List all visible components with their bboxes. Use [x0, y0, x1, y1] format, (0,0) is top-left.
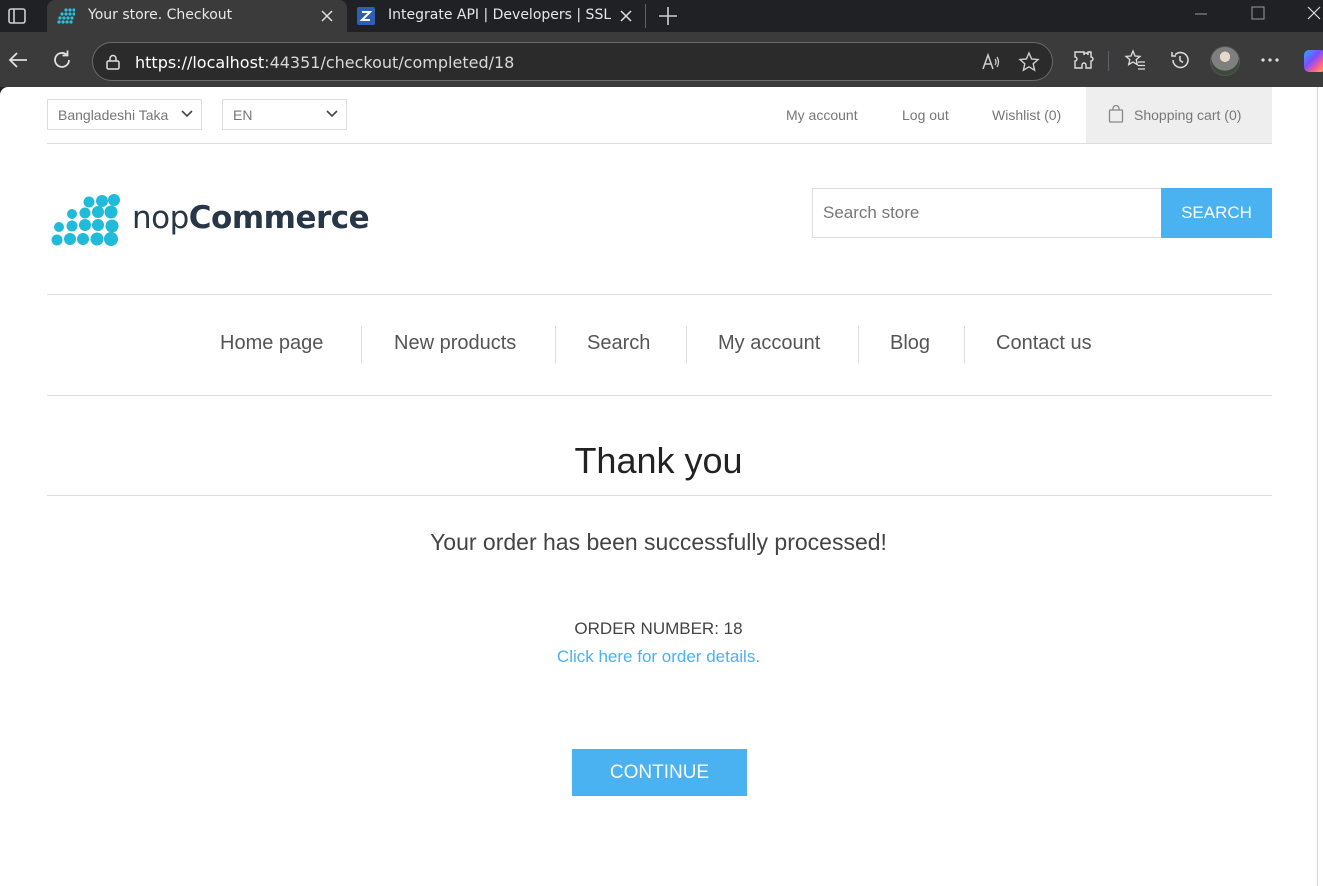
- address-bar-row: https://localhost:44351/checkout/complet…: [0, 32, 1323, 87]
- menu-top-divider: [47, 294, 1272, 295]
- maximize-icon[interactable]: [1246, 4, 1270, 24]
- shopping-cart-label: Shopping cart (0): [1134, 107, 1242, 123]
- tab-actions-icon[interactable]: [7, 6, 27, 26]
- store-logo[interactable]: nopCommerce: [50, 192, 370, 248]
- menu-divider: [361, 326, 362, 363]
- menu-divider: [555, 326, 556, 363]
- header-divider: [47, 143, 1272, 144]
- page-scrollbar[interactable]: [1317, 87, 1323, 886]
- logo-dots-icon: [51, 194, 120, 246]
- nopcommerce-dots-icon: [57, 8, 75, 24]
- menu-divider: [964, 326, 965, 363]
- tab-integrate-api[interactable]: Integrate API | Developers | SSLCOMMERZ: [347, 0, 641, 32]
- menu-new-products[interactable]: New products: [394, 332, 516, 355]
- logo-prefix: nop: [132, 200, 189, 236]
- z-letter-icon: [357, 7, 375, 25]
- url-path: :44351/checkout/completed/18: [264, 53, 515, 72]
- favorite-star-icon[interactable]: [1018, 51, 1040, 73]
- order-number: ORDER NUMBER: 18: [574, 619, 743, 638]
- history-icon[interactable]: [1169, 49, 1191, 71]
- profile-avatar[interactable]: [1210, 46, 1240, 76]
- back-arrow-icon[interactable]: [6, 48, 30, 72]
- order-details-link-text[interactable]: Click here for order details.: [557, 647, 760, 666]
- continue-button[interactable]: CONTINUE: [572, 749, 747, 796]
- currency-value: Bangladeshi Taka: [58, 107, 169, 123]
- tab-divider: [645, 4, 646, 28]
- language-value: EN: [233, 107, 253, 123]
- favorites-icon[interactable]: [1124, 49, 1146, 71]
- menu-divider: [858, 326, 859, 363]
- menu-divider: [686, 326, 687, 363]
- title-divider: [47, 495, 1272, 496]
- url-text[interactable]: https://localhost:44351/checkout/complet…: [135, 53, 514, 72]
- read-aloud-icon[interactable]: [980, 51, 1002, 73]
- tab-title: Integrate API | Developers | SSLCOMMERZ: [388, 7, 611, 23]
- my-account-link[interactable]: My account: [786, 107, 858, 123]
- chevron-down-icon: [181, 110, 193, 118]
- browser-tab-bar: Your store. Checkout Integrate API | Dev…: [0, 0, 1323, 32]
- logo-wordmark: nopCommerce: [132, 200, 370, 236]
- menu-contact-us[interactable]: Contact us: [996, 332, 1092, 355]
- toolbar-divider: [1108, 51, 1109, 71]
- url-host: https://localhost: [135, 53, 265, 72]
- menu-home-page[interactable]: Home page: [220, 332, 323, 355]
- shopping-bag-icon: [1108, 105, 1124, 123]
- menu-bottom-divider: [47, 395, 1272, 396]
- shopping-cart-link[interactable]: Shopping cart (0): [1086, 87, 1272, 143]
- menu-search[interactable]: Search: [587, 332, 650, 355]
- language-select[interactable]: EN: [222, 99, 347, 130]
- log-out-link[interactable]: Log out: [902, 107, 949, 123]
- lock-icon[interactable]: [104, 53, 122, 71]
- new-tab-icon[interactable]: [657, 5, 679, 27]
- logo-suffix: Commerce: [188, 200, 370, 236]
- minimize-icon[interactable]: [1189, 4, 1213, 24]
- web-page: Bangladeshi Taka EN My account Log out W…: [0, 87, 1317, 886]
- copilot-icon[interactable]: [1304, 50, 1323, 72]
- more-options-icon[interactable]: [1259, 49, 1281, 71]
- chevron-down-icon: [326, 110, 338, 118]
- currency-select[interactable]: Bangladeshi Taka: [47, 99, 202, 130]
- menu-blog[interactable]: Blog: [890, 332, 930, 355]
- address-bar[interactable]: https://localhost:44351/checkout/complet…: [92, 42, 1053, 81]
- refresh-icon[interactable]: [50, 48, 74, 72]
- close-tab-icon[interactable]: [319, 8, 335, 24]
- close-tab-icon[interactable]: [618, 8, 634, 24]
- order-details-link: Click here for order details.: [0, 647, 1317, 667]
- tab-your-store-checkout[interactable]: Your store. Checkout: [47, 0, 347, 32]
- wishlist-link[interactable]: Wishlist (0): [992, 107, 1061, 123]
- close-window-icon[interactable]: [1302, 4, 1323, 24]
- extensions-icon[interactable]: [1072, 49, 1094, 71]
- menu-my-account[interactable]: My account: [718, 332, 820, 355]
- search-input[interactable]: [812, 188, 1162, 238]
- page-title: Thank you: [574, 440, 743, 481]
- tab-title: Your store. Checkout: [88, 7, 233, 23]
- search-button[interactable]: SEARCH: [1161, 188, 1272, 238]
- success-message: Your order has been successfully process…: [430, 529, 887, 555]
